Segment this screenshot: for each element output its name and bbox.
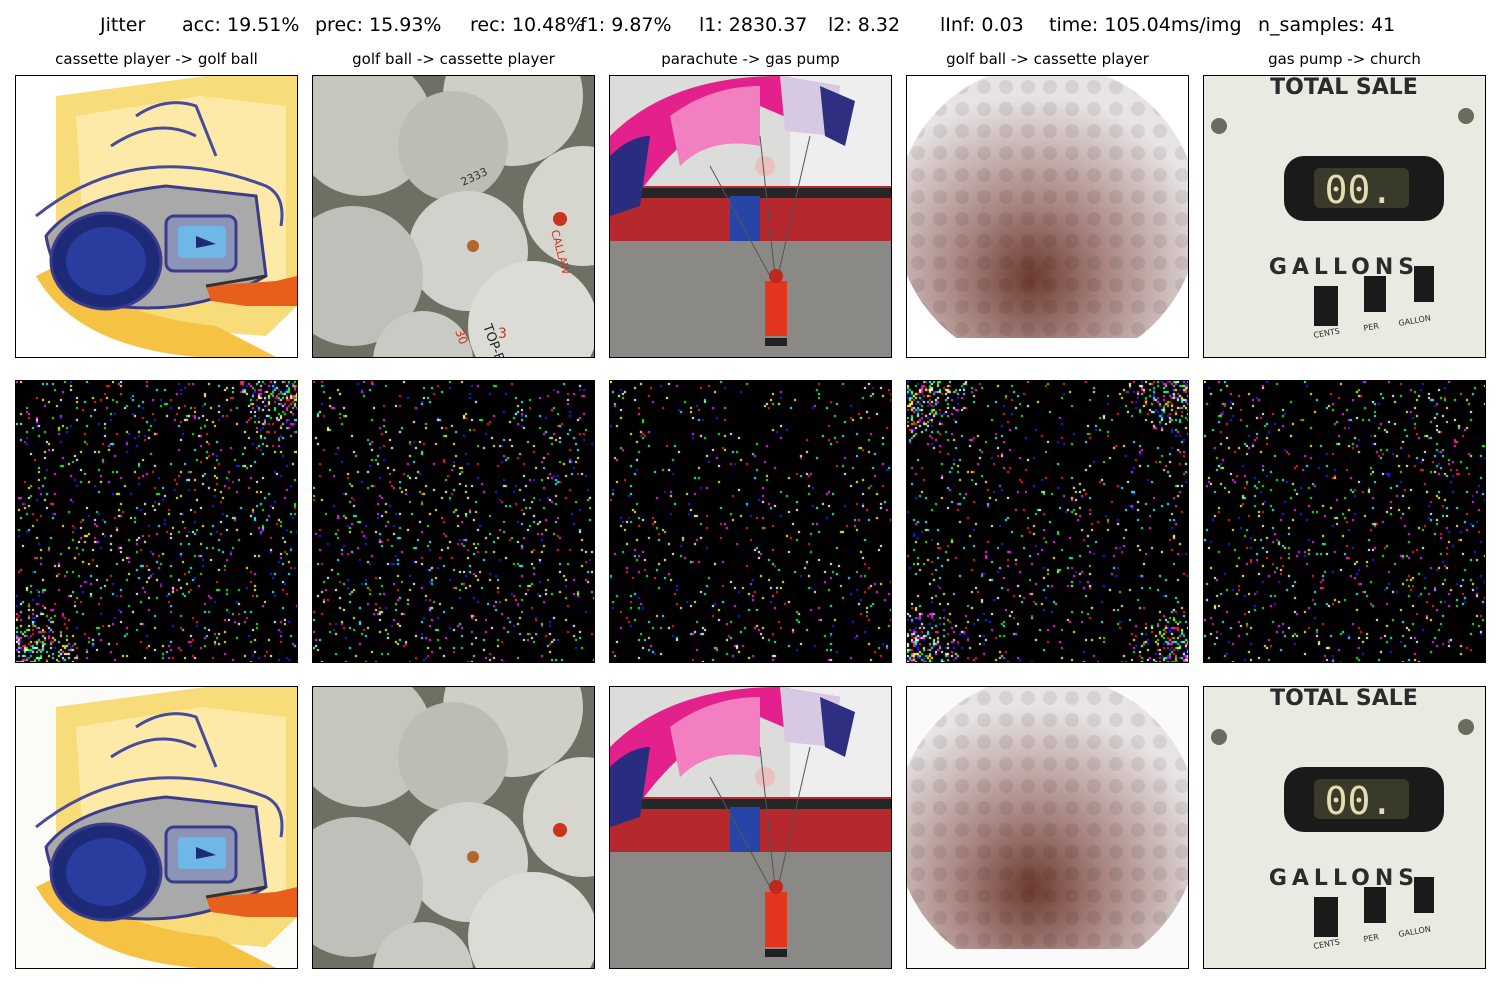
- metric-prec: prec: 15.93%: [315, 14, 442, 36]
- perturbation-noise-3: [610, 381, 891, 662]
- adversarial-image-parachute: [609, 686, 892, 969]
- figure-suptitle: Jitter acc: 19.51% prec: 15.93% rec: 10.…: [0, 14, 1500, 44]
- metric-acc: acc: 19.51%: [182, 14, 300, 36]
- metric-rec: rec: 10.48%: [470, 14, 585, 36]
- perturbation-noise-4: [907, 381, 1188, 662]
- golf-ball-closeup: [907, 76, 1188, 357]
- original-image-parachute: [609, 75, 892, 358]
- perturbation-noise-5: [1204, 381, 1485, 662]
- adversarial-image-golf-balls: [312, 686, 595, 969]
- metric-l2: l2: 8.32: [828, 14, 901, 36]
- cassette-player-illustration: [16, 76, 297, 357]
- metric-time: time: 105.04ms/img: [1049, 14, 1242, 36]
- perturbation-map-2: [312, 380, 595, 663]
- original-image-gas-pump: TOTAL SALE 00. GALLONS CENTS PER GALLON: [1203, 75, 1486, 358]
- adversarial-image-cassette-player: [15, 686, 298, 969]
- total-sale-text-adv: TOTAL SALE: [1270, 687, 1418, 711]
- method-name: Jitter: [100, 14, 146, 36]
- metric-linf: lInf: 0.03: [940, 14, 1024, 36]
- column-title-3: parachute -> gas pump: [661, 50, 840, 68]
- column-title-1: cassette player -> golf ball: [55, 50, 258, 68]
- original-image-golf-balls: 2333 CALLAW TOP-FLITE 3 30: [312, 75, 595, 358]
- perturbation-map-4: [906, 380, 1189, 663]
- golf-balls-photo-adv: [313, 687, 594, 968]
- metric-l1: l1: 2830.37: [699, 14, 808, 36]
- gas-pump-digits-adv: 00.: [1325, 779, 1394, 823]
- perturbation-map-5: [1203, 380, 1486, 663]
- column-title-5: gas pump -> church: [1268, 50, 1421, 68]
- metric-n-samples: n_samples: 41: [1258, 14, 1396, 36]
- perturbation-noise-2: [313, 381, 594, 662]
- cassette-player-illustration-adv: [16, 687, 297, 968]
- metric-f1: f1: 9.87%: [580, 14, 672, 36]
- gallons-text: GALLONS: [1269, 255, 1419, 280]
- perturbation-map-3: [609, 380, 892, 663]
- original-image-cassette-player: [15, 75, 298, 358]
- gas-pump-dial-adv: TOTAL SALE 00. GALLONS CENTS PER GALLON: [1204, 687, 1485, 968]
- perturbation-map-1: [15, 380, 298, 663]
- adversarial-image-gas-pump: TOTAL SALE 00. GALLONS CENTS PER GALLON: [1203, 686, 1486, 969]
- golf-print-3: 3: [498, 326, 507, 342]
- gas-pump-digits: 00.: [1325, 168, 1394, 212]
- column-title-4: golf ball -> cassette player: [946, 50, 1149, 68]
- original-image-golf-ball: [906, 75, 1189, 358]
- total-sale-text: TOTAL SALE: [1270, 76, 1418, 100]
- perturbation-noise-1: [16, 381, 297, 662]
- gallons-text-adv: GALLONS: [1269, 866, 1419, 891]
- parachute-photo: [610, 76, 891, 357]
- parachute-photo-adv: [610, 687, 891, 968]
- gas-pump-dial: TOTAL SALE 00. GALLONS CENTS PER GALLON: [1204, 76, 1485, 357]
- column-title-2: golf ball -> cassette player: [352, 50, 555, 68]
- golf-balls-photo: 2333 CALLAW TOP-FLITE 3 30: [313, 76, 594, 357]
- golf-ball-closeup-adv: [907, 687, 1188, 968]
- adversarial-image-golf-ball: [906, 686, 1189, 969]
